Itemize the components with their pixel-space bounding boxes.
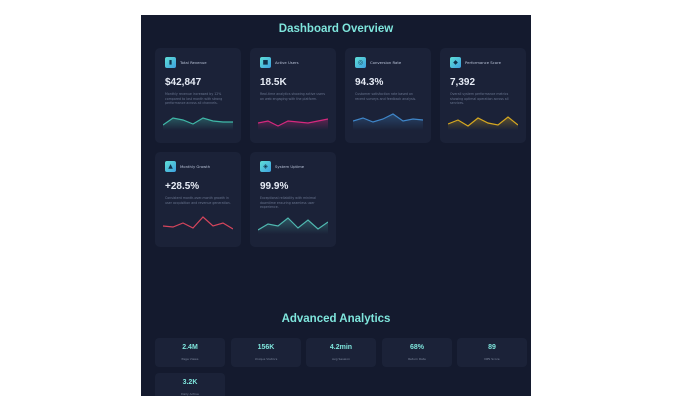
users-icon: ■ [260, 57, 271, 68]
sparkline [448, 116, 518, 130]
card-active-users[interactable]: ■ Active Users 18.5K Real-time analytics… [250, 48, 336, 143]
stat-label: Avg Session [332, 357, 350, 361]
card-description: Real-time analytics showing active users… [260, 92, 325, 101]
stat-value: 68% [409, 344, 424, 351]
card-label: Monthly Growth [180, 164, 211, 169]
growth-icon: ▲ [165, 161, 176, 172]
card-label: Total Revenue [180, 60, 207, 65]
card-conversion-rate[interactable]: ◎ Conversion Rate 94.3% Customer satisfa… [345, 48, 431, 143]
page-title: Dashboard Overview [278, 23, 394, 35]
stat-value: 4.2min [329, 344, 353, 351]
card-description: Consistent month-over-month growth in us… [165, 196, 231, 205]
sparkline [258, 217, 328, 234]
card-monthly-growth[interactable]: ▲ Monthly Growth +28.5% Consistent month… [155, 152, 241, 247]
stat-label: Unique Visitors [254, 357, 278, 361]
stat-nps-score: 89 NPS Score [457, 338, 527, 367]
stat-label: Page Views [181, 357, 199, 361]
target-icon: ◎ [355, 57, 366, 68]
shield-icon: ◈ [260, 161, 271, 172]
stat-page-views: 2.4M Page Views [155, 338, 225, 367]
stat-label: Return Rate [408, 357, 426, 361]
stat-label: NPS Score [484, 357, 500, 361]
card-label: System Uptime [275, 164, 305, 169]
card-system-uptime[interactable]: ◈ System Uptime 99.9% Exceptional reliab… [250, 152, 336, 247]
card-value: +28.5% [165, 181, 200, 192]
card-label: Performance Score [465, 60, 501, 65]
bolt-icon: ◆ [450, 57, 461, 68]
card-value: 99.9% [260, 181, 289, 192]
sparkline [258, 118, 328, 130]
sparkline [163, 117, 233, 130]
stat-value: 2.4M [182, 344, 198, 351]
sparkline [163, 216, 233, 230]
stat-value: 156K [257, 344, 275, 351]
card-value: $42,847 [165, 77, 202, 88]
card-description: Monthly revenue increased by 12% compare… [165, 92, 223, 106]
stat-return-rate: 68% Return Rate [382, 338, 452, 367]
chart-icon: ▮ [165, 57, 176, 68]
stat-unique-visitors: 156K Unique Visitors [231, 338, 301, 367]
card-description: Overall system performance metrics showi… [450, 92, 509, 106]
card-value: 94.3% [355, 77, 384, 88]
stat-avg-session: 4.2min Avg Session [306, 338, 376, 367]
stat-daily-active: 3.2K Daily Active [155, 373, 225, 396]
stat-value: 89 [488, 344, 496, 351]
card-label: Active Users [275, 60, 299, 65]
section-title-analytics: Advanced Analytics [281, 313, 391, 325]
stat-label: Daily Active [181, 392, 199, 396]
card-value: 18.5K [260, 77, 287, 88]
dashboard-panel: Dashboard Overview ▮ Total Revenue $42,8… [141, 15, 531, 396]
sparkline [353, 113, 423, 130]
card-description: Exceptional reliability with minimal dow… [260, 196, 316, 210]
card-description: Customer satisfaction rate based on rece… [355, 92, 417, 101]
card-value: 7,392 [450, 77, 476, 88]
card-performance-score[interactable]: ◆ Performance Score 7,392 Overall system… [440, 48, 526, 143]
card-label: Conversion Rate [370, 60, 402, 65]
card-total-revenue[interactable]: ▮ Total Revenue $42,847 Monthly revenue … [155, 48, 241, 143]
stat-value: 3.2K [182, 379, 198, 386]
